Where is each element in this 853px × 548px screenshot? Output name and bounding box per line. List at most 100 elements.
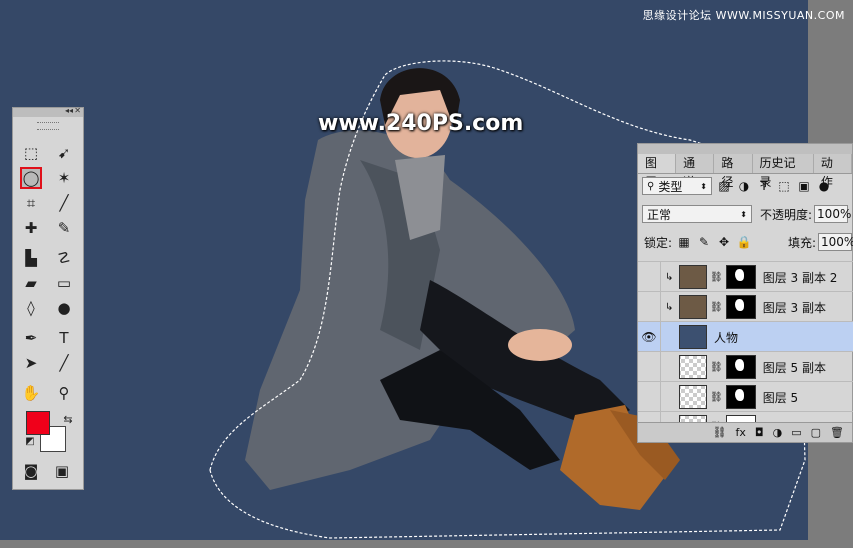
tab-0[interactable]: 图层 <box>638 154 677 189</box>
layer-thumbnail[interactable] <box>679 265 707 289</box>
layer-name[interactable]: 图层 3 副本 <box>763 299 826 316</box>
blur-icon[interactable]: ◊ <box>20 297 42 319</box>
layer-row[interactable]: ↳ ⛓ 图层 3 副本 <box>638 291 853 322</box>
layers-panel-footer: ⛓ fx ◘ ◑ ▭ ▢ 🗑 <box>638 422 852 442</box>
healing-icon[interactable]: ✚ <box>20 217 42 239</box>
stamp-icon[interactable]: ▙ <box>20 247 42 269</box>
filter-toggle-icon[interactable]: ● <box>816 178 832 194</box>
layer-mask-thumbnail[interactable] <box>725 355 756 379</box>
filter-select-value: 类型 <box>658 179 683 194</box>
magic-wand-icon[interactable]: ✶ <box>53 167 75 189</box>
pen-icon[interactable]: ✒ <box>20 327 42 349</box>
layer-name[interactable]: 人物 <box>714 329 738 346</box>
fill-input[interactable]: 100% <box>818 233 853 251</box>
close-icon[interactable]: ✕ <box>74 106 81 115</box>
layer-row[interactable]: ⛓ 图层 5 <box>638 381 853 412</box>
visibility-eye-icon[interactable] <box>638 382 661 412</box>
collapse-icon[interactable]: ◂◂ <box>65 106 73 115</box>
lock-position-icon[interactable]: ✥ <box>716 234 732 250</box>
opacity-input[interactable]: 100% <box>814 205 852 223</box>
lock-row: 锁定: ▦ ✎ ✥ 🔒 填充: 100% <box>638 233 853 251</box>
visibility-eye-icon[interactable] <box>638 262 661 292</box>
panel-tabs: 图层通道路径历史记录动作 <box>638 154 853 189</box>
layer-thumbnail[interactable] <box>679 355 707 379</box>
visibility-eye-icon[interactable]: 👁 <box>638 322 661 352</box>
blend-mode-select[interactable]: 正常 ⬍ <box>642 205 752 223</box>
layer-thumbnail[interactable] <box>679 385 707 409</box>
layer-thumbnail[interactable] <box>679 325 707 349</box>
path-select-icon[interactable]: ➤ <box>20 352 42 374</box>
lock-label: 锁定: <box>644 235 673 250</box>
opacity-label: 不透明度: <box>760 207 813 222</box>
panel-grip[interactable] <box>37 122 59 130</box>
add-mask-icon[interactable]: ◘ <box>755 426 764 439</box>
eyedropper-icon[interactable]: ╱ <box>53 192 75 214</box>
type-icon[interactable]: T <box>53 327 75 349</box>
fx-icon[interactable]: fx <box>736 426 746 439</box>
blend-mode-value: 正常 <box>647 207 672 222</box>
lock-all-icon[interactable]: 🔒 <box>736 234 752 250</box>
tab-1[interactable]: 通道 <box>676 154 715 189</box>
screen-mode-icon[interactable]: ▣ <box>51 460 73 482</box>
swap-colors-icon[interactable]: ⇆ <box>57 408 79 430</box>
mask-link-icon[interactable]: ⛓ <box>710 362 723 373</box>
filter-pixel-icon[interactable]: ▨ <box>716 178 732 194</box>
history-brush-icon[interactable]: ☡ <box>53 247 75 269</box>
layer-mask-thumbnail[interactable] <box>725 385 756 409</box>
blend-row: 正常 ⬍ 不透明度: 100% <box>638 205 853 223</box>
gradient-icon[interactable]: ▭ <box>53 272 75 294</box>
mask-link-icon[interactable]: ⛓ <box>710 392 723 403</box>
tab-3[interactable]: 历史记录 <box>753 154 814 189</box>
fill-value: 100% <box>821 235 853 249</box>
zoom-icon[interactable]: ⚲ <box>53 382 75 404</box>
layer-name[interactable]: 图层 5 副本 <box>763 359 826 376</box>
tools-panel-header[interactable]: ◂◂ ✕ <box>13 106 83 117</box>
tools-panel: ◂◂ ✕ ⬚ ➹ ◯ ✶ ⌗ ╱ ✚ ✎ ▙ ☡ ▰ ▭ ◊ ● ✒ T ➤ ╱ ✋ ⚲ ⇆ ◩ ◙ ▣ <box>12 106 84 490</box>
rect-marquee-icon[interactable]: ⬚ <box>20 142 42 164</box>
layer-row[interactable]: ⛓ 图层 5 副本 <box>638 351 853 382</box>
layer-row[interactable]: 👁 人物 <box>638 321 853 352</box>
link-icon[interactable]: ⛓ <box>713 426 727 439</box>
crop-icon[interactable]: ⌗ <box>20 192 42 214</box>
move-icon[interactable]: ➹ <box>53 142 75 164</box>
trash-icon[interactable]: 🗑 <box>830 426 844 439</box>
tab-4[interactable]: 动作 <box>814 154 853 189</box>
filter-shape-icon[interactable]: ⬚ <box>776 178 792 194</box>
layer-mask-thumbnail[interactable] <box>725 295 756 319</box>
eraser-icon[interactable]: ▰ <box>20 272 42 294</box>
lasso-icon[interactable]: ◯ <box>20 167 42 189</box>
search-icon: ⚲ <box>647 180 655 192</box>
adjustment-icon[interactable]: ◑ <box>773 426 783 439</box>
layer-name[interactable]: 图层 5 <box>763 389 798 406</box>
stepper-icon: ⬍ <box>700 181 707 191</box>
visibility-eye-icon[interactable] <box>638 352 661 382</box>
filter-smart-icon[interactable]: ▣ <box>796 178 812 194</box>
mask-link-icon[interactable]: ⛓ <box>710 302 723 313</box>
clip-arrow-icon: ↳ <box>665 301 674 313</box>
default-colors-icon[interactable]: ◩ <box>19 430 41 452</box>
opacity-value: 100% <box>817 207 852 221</box>
layer-row[interactable]: ↳ ⛓ 图层 3 副本 2 <box>638 261 853 292</box>
lock-transparent-icon[interactable]: ▦ <box>676 234 692 250</box>
lock-paint-icon[interactable]: ✎ <box>696 234 712 250</box>
layers-panel: 图层通道路径历史记录动作 ⚲ 类型 ⬍ ▨ ◑ T ⬚ ▣ ● 正常 ⬍ 不透明… <box>637 143 853 443</box>
clip-arrow-icon: ↳ <box>665 271 674 283</box>
brush-icon[interactable]: ✎ <box>53 217 75 239</box>
dodge-icon[interactable]: ● <box>53 297 75 319</box>
layer-name[interactable]: 图层 3 副本 2 <box>763 269 838 286</box>
panel-topbar[interactable] <box>638 144 852 154</box>
layer-mask-thumbnail[interactable] <box>725 265 756 289</box>
line-icon[interactable]: ╱ <box>53 352 75 374</box>
visibility-eye-icon[interactable] <box>638 292 661 322</box>
filter-type-icon[interactable]: T <box>756 178 772 194</box>
new-layer-icon[interactable]: ▢ <box>811 426 821 439</box>
hand-icon[interactable]: ✋ <box>20 382 42 404</box>
layer-thumbnail[interactable] <box>679 295 707 319</box>
watermark-url: www.240PS.com <box>318 111 524 136</box>
filter-adjust-icon[interactable]: ◑ <box>736 178 752 194</box>
mask-link-icon[interactable]: ⛓ <box>710 272 723 283</box>
tab-2[interactable]: 路径 <box>714 154 753 189</box>
filter-select[interactable]: ⚲ 类型 ⬍ <box>642 177 712 195</box>
quick-mask-icon[interactable]: ◙ <box>20 460 42 482</box>
folder-icon[interactable]: ▭ <box>791 426 801 439</box>
